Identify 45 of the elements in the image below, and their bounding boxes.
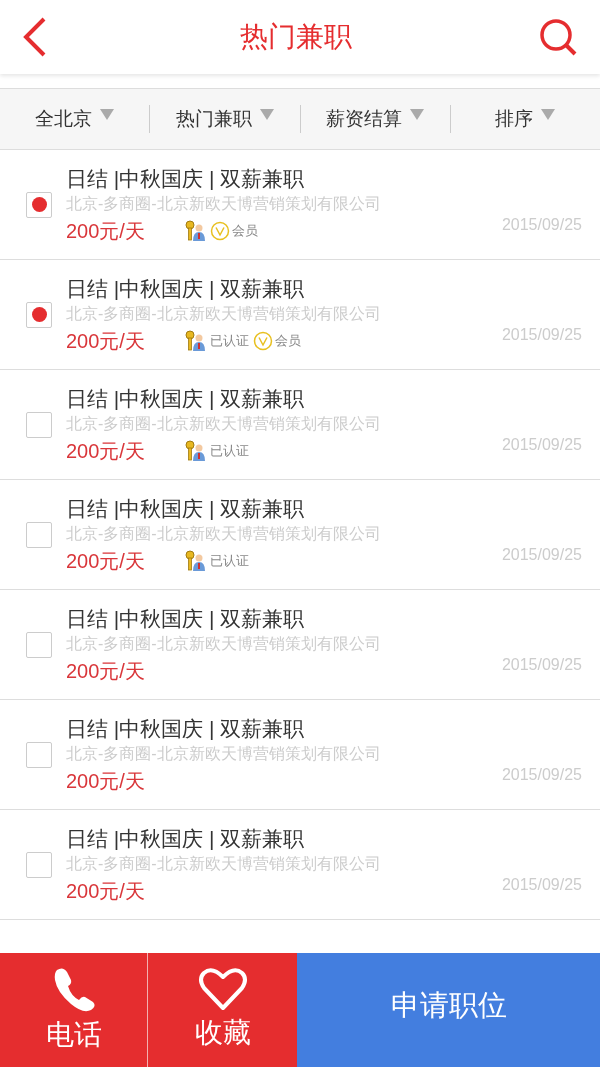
job-title: 日结 |中秋国庆 | 双薪兼职 <box>66 275 306 302</box>
checkbox[interactable] <box>26 411 52 438</box>
job-title: 日结 |中秋国庆 | 双薪兼职 <box>66 495 306 522</box>
pay-rate: 200元/天 <box>66 218 146 244</box>
filter-dropdown[interactable]: 全北京 <box>35 104 115 134</box>
filter-dropdown[interactable]: 热门兼职 <box>175 104 274 134</box>
verified-label: 已认证 <box>210 441 249 460</box>
checkbox[interactable] <box>26 301 52 328</box>
job-title: 日结 |中秋国庆 | 双薪兼职 <box>66 165 306 192</box>
pay-rate: 200元/天 <box>66 768 146 794</box>
checkbox[interactable] <box>26 851 52 878</box>
checkbox[interactable] <box>26 631 52 658</box>
job-title: 日结 |中秋国庆 | 双薪兼职 <box>66 825 306 852</box>
member-label: 会员 <box>275 331 301 350</box>
verified-label: 已认证 <box>210 551 249 570</box>
page-title: 热门兼职 <box>240 20 352 54</box>
member-label: 会员 <box>232 221 258 240</box>
favorite-button[interactable]: 收藏 <box>148 953 297 1067</box>
pay-rate: 200元/天 <box>66 328 146 354</box>
pay-rate: 200元/天 <box>66 548 146 574</box>
apply-button[interactable]: 申请职位 <box>297 953 600 1067</box>
checkbox[interactable] <box>26 191 52 218</box>
dropdown-icon <box>100 108 115 121</box>
job-title: 日结 |中秋国庆 | 双薪兼职 <box>66 715 306 742</box>
checkbox[interactable] <box>26 521 52 548</box>
key-person-icon <box>184 549 206 572</box>
checkbox[interactable] <box>26 741 52 768</box>
job-title: 日结 |中秋国庆 | 双薪兼职 <box>66 385 306 412</box>
pay-rate: 200元/天 <box>66 438 146 464</box>
key-person-icon <box>184 329 206 352</box>
call-button[interactable]: 电话 <box>0 953 148 1067</box>
pay-rate: 200元/天 <box>66 658 146 684</box>
job-title: 日结 |中秋国庆 | 双薪兼职 <box>66 605 306 632</box>
verified-label: 已认证 <box>210 331 249 350</box>
dropdown-icon <box>410 108 425 121</box>
pay-rate: 200元/天 <box>66 878 146 904</box>
heart-icon <box>197 966 248 1012</box>
filter-dropdown[interactable]: 排序 <box>495 104 556 134</box>
filter-dropdown[interactable]: 薪资结算 <box>326 104 425 134</box>
key-person-icon <box>184 219 206 242</box>
key-person-icon <box>184 439 206 462</box>
dropdown-icon <box>541 108 556 121</box>
vip-icon <box>210 220 230 241</box>
dropdown-icon <box>259 108 274 121</box>
vip-icon <box>253 330 273 351</box>
